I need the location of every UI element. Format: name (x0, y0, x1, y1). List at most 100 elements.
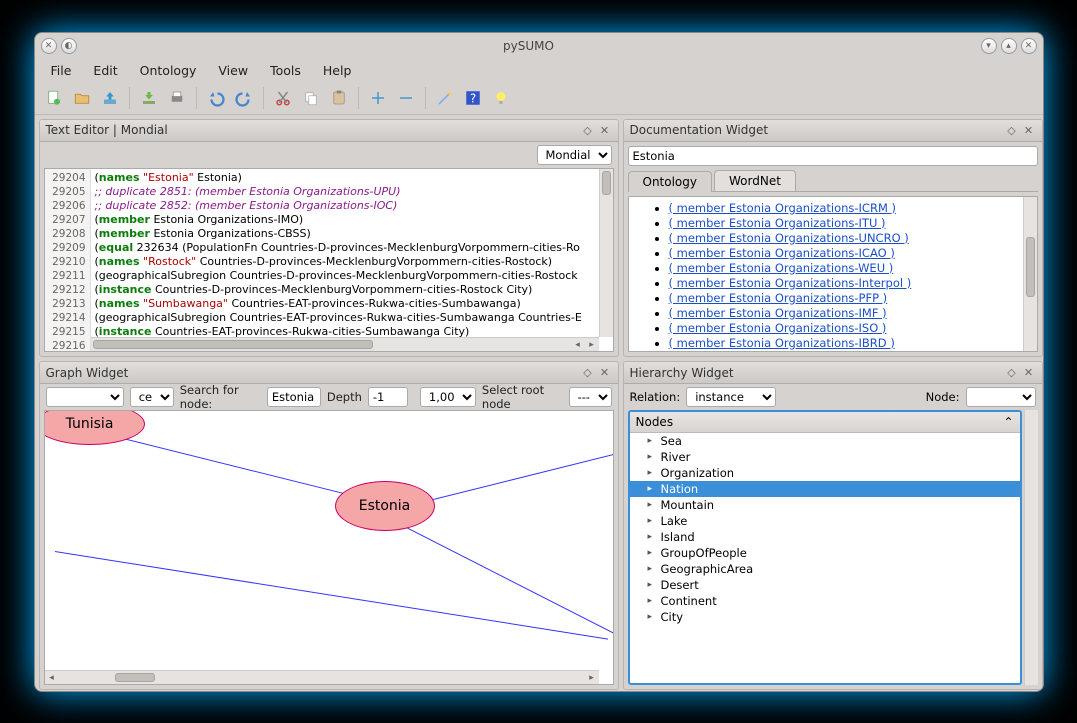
menubar: File Edit Ontology View Tools Help (35, 59, 1043, 83)
tree-item[interactable]: ▸Desert (630, 577, 1020, 593)
window-menu-icon[interactable]: ◐ (61, 38, 77, 54)
editor-vscrollbar[interactable] (599, 169, 613, 338)
panel-close-button[interactable]: ✕ (1022, 366, 1036, 380)
redo-icon[interactable] (231, 85, 257, 111)
doc-link[interactable]: ( member Estonia Organizations-IMF ) (669, 306, 887, 320)
menu-file[interactable]: File (41, 61, 82, 80)
scroll-right-icon[interactable]: ▸ (585, 671, 599, 684)
graph-hscrollbar[interactable]: ◂ ▸ (45, 670, 599, 684)
download-icon[interactable] (136, 85, 162, 111)
ontology-select[interactable]: Mondial (537, 145, 612, 165)
graph-title: Graph Widget (46, 366, 129, 380)
panel-float-button[interactable]: ◇ (1005, 366, 1019, 380)
tree-item[interactable]: ▸Lake (630, 513, 1020, 529)
open-file-icon[interactable] (69, 85, 95, 111)
text-editor-panel: Text Editor | Mondial ◇ ✕ Mondial 29204 … (39, 119, 619, 358)
text-editor-body[interactable]: 29204 29205 29206 29207 29208 29209 2921… (44, 168, 614, 353)
doc-link[interactable]: ( member Estonia Organizations-WEU ) (669, 261, 894, 275)
cut-icon[interactable] (270, 85, 296, 111)
remove-icon[interactable] (393, 85, 419, 111)
documentation-panel: Documentation Widget ◇ ✕ Ontology WordNe… (623, 119, 1043, 358)
scroll-left-icon[interactable]: ◂ (571, 338, 585, 351)
panel-float-button[interactable]: ◇ (581, 366, 595, 380)
relation-select[interactable]: instance (686, 387, 776, 407)
scroll-left-icon[interactable]: ◂ (45, 671, 59, 684)
svg-text:?: ? (469, 92, 475, 106)
toolbar: ? (35, 83, 1043, 115)
tree-item[interactable]: ▸River (630, 449, 1020, 465)
root-label: Select root node (482, 383, 563, 411)
tree-item[interactable]: ▸City (630, 609, 1020, 625)
depth-input[interactable] (368, 387, 408, 407)
print-icon[interactable] (164, 85, 190, 111)
hierarchy-tree: Nodes ⌃ ▸Sea▸River▸Organization▸Nation▸M… (628, 410, 1022, 685)
tab-wordnet[interactable]: WordNet (714, 170, 796, 191)
tree-item[interactable]: ▸Continent (630, 593, 1020, 609)
tree-item[interactable]: ▸GroupOfPeople (630, 545, 1020, 561)
tree-item[interactable]: ▸Mountain (630, 497, 1020, 513)
paste-icon[interactable] (326, 85, 352, 111)
hint-icon[interactable] (488, 85, 514, 111)
collapse-icon[interactable]: ⌃ (1003, 415, 1013, 429)
panel-close-button[interactable]: ✕ (1022, 123, 1036, 137)
upload-icon[interactable] (97, 85, 123, 111)
documentation-title: Documentation Widget (630, 123, 769, 137)
node-select[interactable] (966, 387, 1036, 407)
code-area[interactable]: (names "Estonia" Estonia) ;; duplicate 2… (91, 169, 613, 352)
editor-hscrollbar[interactable]: ◂ ▸ (91, 337, 599, 351)
node-label: Node: (926, 390, 960, 404)
scroll-right-icon[interactable]: ▸ (585, 338, 599, 351)
copy-icon[interactable] (298, 85, 324, 111)
doc-link[interactable]: ( member Estonia Organizations-ICAO ) (669, 246, 895, 260)
doc-link[interactable]: ( member Estonia Organizations-UNCRO ) (669, 231, 909, 245)
graph-layout-select[interactable] (46, 387, 124, 407)
tree-item[interactable]: ▸Sea (630, 433, 1020, 449)
doc-link[interactable]: ( member Estonia Organizations-PFP ) (669, 291, 888, 305)
undo-icon[interactable] (203, 85, 229, 111)
panel-float-button[interactable]: ◇ (1005, 123, 1019, 137)
menu-edit[interactable]: Edit (83, 61, 127, 80)
doc-search-input[interactable] (628, 146, 1038, 166)
hierarchy-panel: Hierarchy Widget ◇ ✕ Relation: instance … (623, 361, 1043, 690)
doc-link[interactable]: ( member Estonia Organizations-EU ) (669, 351, 883, 353)
menu-help[interactable]: Help (313, 61, 362, 80)
line-gutter: 29204 29205 29206 29207 29208 29209 2921… (45, 169, 91, 352)
menu-ontology[interactable]: Ontology (130, 61, 207, 80)
doc-link[interactable]: ( member Estonia Organizations-ISO ) (669, 321, 887, 335)
new-file-icon[interactable] (41, 85, 67, 111)
doc-link[interactable]: ( member Estonia Organizations-Interpol … (669, 276, 912, 290)
minimize-button[interactable]: ▾ (981, 38, 997, 54)
graph-panel: Graph Widget ◇ ✕ ce Search for node: Dep… (39, 361, 619, 690)
window-title: pySUMO (83, 39, 975, 53)
doc-tabs: Ontology WordNet (628, 170, 1038, 192)
zoom-select[interactable]: 1,00 (420, 387, 476, 407)
wand-icon[interactable] (432, 85, 458, 111)
tree-item[interactable]: ▸Island (630, 529, 1020, 545)
close-button[interactable]: ✕ (1021, 38, 1037, 54)
add-icon[interactable] (365, 85, 391, 111)
doc-vscrollbar[interactable] (1023, 197, 1037, 352)
graph-variant-select[interactable]: ce (130, 387, 174, 407)
doc-link[interactable]: ( member Estonia Organizations-ITU ) (669, 216, 886, 230)
tab-ontology[interactable]: Ontology (628, 171, 713, 192)
panel-close-button[interactable]: ✕ (598, 123, 612, 137)
menu-view[interactable]: View (208, 61, 258, 80)
doc-link[interactable]: ( member Estonia Organizations-IBRD ) (669, 336, 895, 350)
main-window: ✕ ◐ pySUMO ▾ ▴ ✕ File Edit Ontology View… (34, 32, 1044, 692)
panel-close-button[interactable]: ✕ (598, 366, 612, 380)
node-estonia[interactable]: Estonia (335, 481, 435, 531)
tree-item[interactable]: ▸Organization (630, 465, 1020, 481)
help-icon[interactable]: ? (460, 85, 486, 111)
graph-canvas[interactable]: Tunisia Estonia E ◂ ▸ (44, 410, 614, 685)
hierarchy-vscrollbar[interactable] (1024, 410, 1038, 685)
app-icon: ✕ (41, 38, 57, 54)
doc-link[interactable]: ( member Estonia Organizations-ICRM ) (669, 201, 897, 215)
menu-tools[interactable]: Tools (260, 61, 311, 80)
search-node-input[interactable] (267, 387, 321, 407)
maximize-button[interactable]: ▴ (1001, 38, 1017, 54)
tree-item[interactable]: ▸GeographicArea (630, 561, 1020, 577)
depth-label: Depth (327, 390, 362, 404)
tree-item[interactable]: ▸Nation (630, 481, 1020, 497)
panel-float-button[interactable]: ◇ (581, 123, 595, 137)
root-select[interactable]: --- (569, 387, 612, 407)
